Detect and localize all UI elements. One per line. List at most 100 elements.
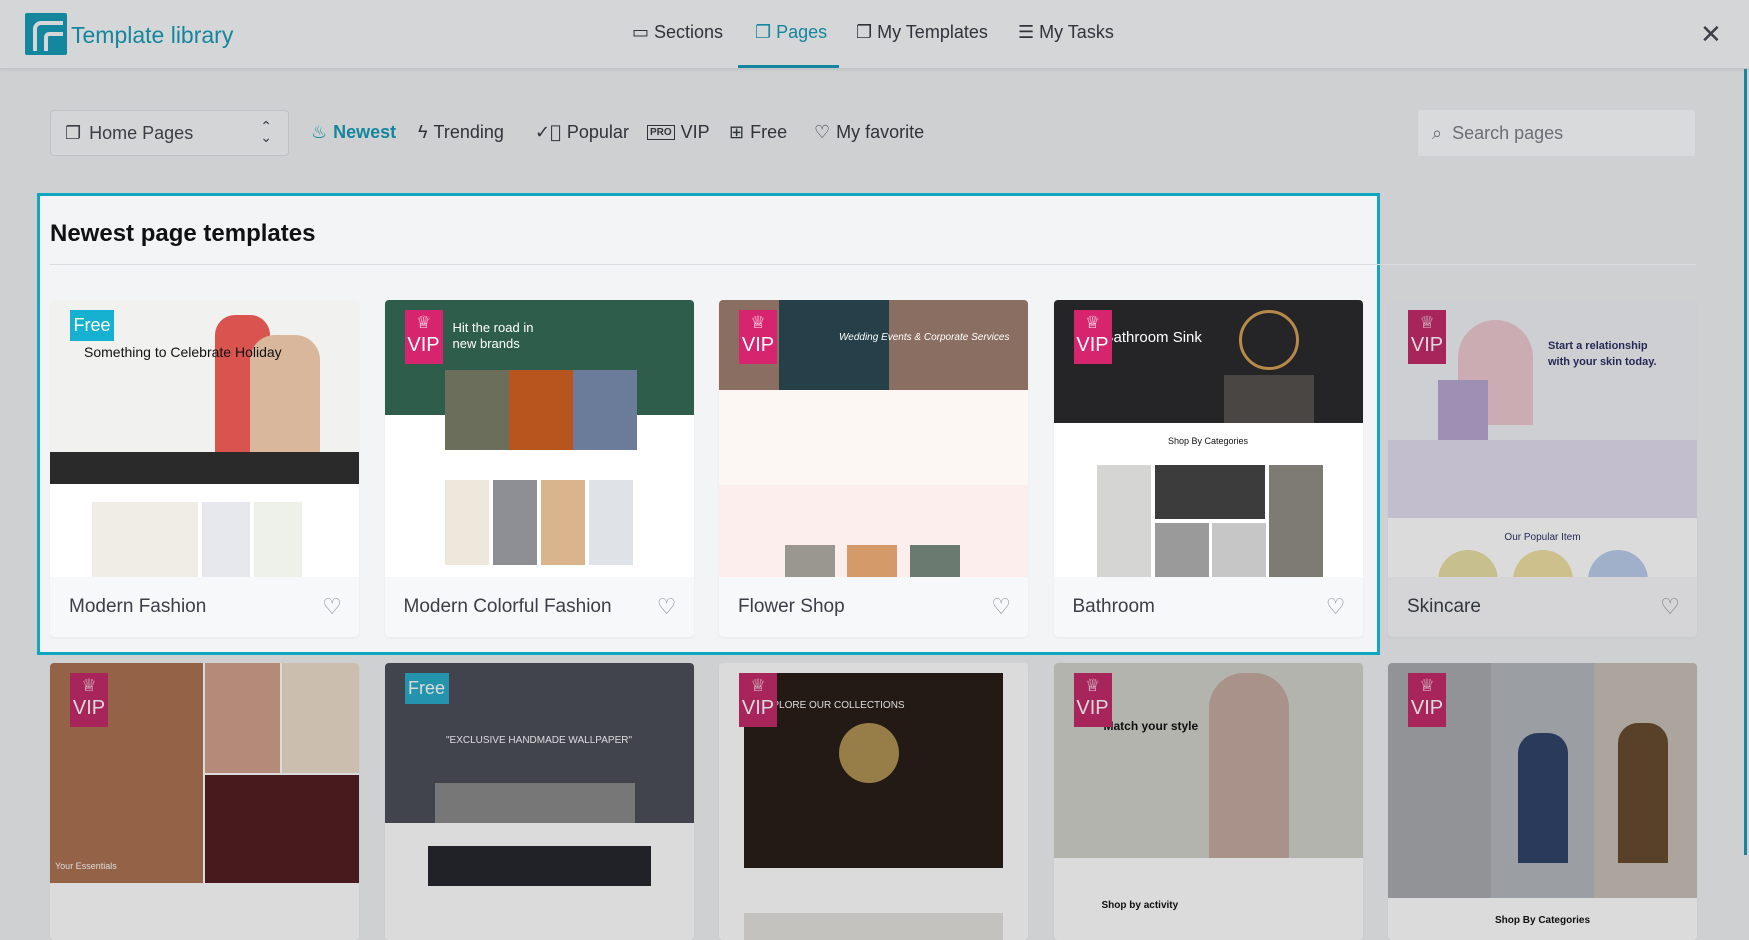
tab-label: Pages — [776, 22, 828, 42]
template-thumbnail[interactable]: ♕ VIP Start a relationship with your skin … — [1388, 300, 1697, 577]
badge-label: VIP — [407, 334, 440, 356]
template-thumbnail[interactable]: ♕ VIP Match your style Shop by activity — [1053, 663, 1363, 940]
free-badge: Free — [70, 310, 114, 341]
tab-label: My Tasks — [1039, 22, 1114, 42]
crown-icon: ♕ — [1084, 676, 1101, 696]
filter-vip[interactable]: PRO VIP — [647, 122, 710, 143]
filter-label: Free — [750, 122, 788, 142]
filter-trending[interactable]: ϟ Trending — [418, 122, 504, 143]
search-input[interactable] — [1452, 122, 1673, 144]
badge-label: VIP — [1076, 334, 1109, 356]
template-thumbnail[interactable]: ♕ VIP Shop By Categories — [1388, 663, 1697, 940]
category-select[interactable]: ❐ Home Pages ⌃ ⌄ — [50, 110, 289, 156]
card-footer: Bathroom ♡ — [1054, 577, 1363, 637]
tasks-icon: ☰ — [1018, 22, 1035, 42]
thumb-hero-text: "EXCLUSIVE HANDMADE WALLPAPER" — [445, 735, 633, 746]
vip-badge: ♕ VIP — [1073, 310, 1112, 364]
template-card[interactable]: ♕ VIP Shop By Categories — [1388, 663, 1697, 940]
crown-icon: ♕ — [1419, 676, 1435, 696]
close-icon[interactable]: ✕ — [1700, 20, 1722, 50]
chevron-updown-icon: ⌃ ⌄ — [260, 118, 272, 145]
template-card[interactable]: ♕ VIP Match your style Shop by activity — [1053, 663, 1363, 940]
logo-icon — [25, 13, 67, 55]
filter-label: My favorite — [836, 122, 925, 142]
templates-icon: ❐ — [856, 22, 873, 42]
crown-icon: ♕ — [81, 676, 97, 696]
template-name: Bathroom — [1072, 596, 1155, 617]
search-icon: ⌕ — [1432, 122, 1443, 144]
thumb-hero-text: Start a relationship with your skin toda… — [1548, 340, 1657, 368]
badge-label: VIP — [1410, 334, 1444, 356]
vip-badge: ♕ VIP — [739, 310, 777, 364]
tab-label: My Templates — [877, 22, 988, 42]
filter-label: Trending — [433, 122, 504, 142]
crown-icon: ♕ — [750, 676, 766, 696]
thumb-sub-text: Our Popular Item — [1504, 532, 1581, 543]
favorite-heart-icon[interactable]: ♡ — [657, 595, 677, 620]
search-box[interactable]: ⌕ — [1417, 109, 1696, 157]
template-thumbnail[interactable]: ♕ VIP Wedding Events & Corporate Services — [719, 300, 1028, 577]
template-card[interactable]: Free Something to Celebrate Holiday Modern… — [50, 300, 359, 637]
template-card[interactable]: ♕ VIP Wedding Events & Corporate Services F… — [719, 300, 1028, 637]
sections-icon: ▭ — [632, 22, 650, 42]
template-card[interactable]: ♕ VIP Your Essentials — [50, 663, 359, 940]
card-footer: Flower Shop ♡ — [719, 577, 1028, 637]
template-card[interactable]: ♕ VIP EXPLORE OUR COLLECTIONS — [719, 663, 1028, 940]
flame-icon: ♨ — [311, 122, 328, 142]
folder-icon: ❐ — [65, 122, 82, 143]
tab-my-tasks[interactable]: ☰ My Tasks — [1018, 22, 1114, 43]
tab-pages[interactable]: ❐ Pages — [755, 22, 827, 43]
favorite-heart-icon[interactable]: ♡ — [322, 595, 342, 620]
free-badge: Free — [404, 673, 449, 704]
template-card[interactable]: ♕ VIP Hit the road in new brands Modern Col… — [384, 300, 694, 637]
filter-my-favorite[interactable]: ♡ My favorite — [814, 122, 924, 143]
template-thumbnail[interactable]: Free "EXCLUSIVE HANDMADE WALLPAPER" — [384, 663, 694, 940]
template-card[interactable]: ♕ VIP Bathroom Sink Shop By Categories Bathr… — [1053, 300, 1363, 637]
section-title: Newest page templates — [50, 220, 316, 247]
template-card[interactable]: Free "EXCLUSIVE HANDMADE WALLPAPER" — [384, 663, 694, 940]
template-name: Modern Colorful Fashion — [403, 596, 612, 617]
pages-icon: ❐ — [755, 22, 772, 42]
template-thumbnail[interactable]: ♕ VIP Hit the road in new brands — [384, 300, 694, 577]
template-thumbnail[interactable]: ♕ VIP EXPLORE OUR COLLECTIONS — [719, 663, 1028, 940]
filter-label: Newest — [333, 122, 397, 142]
tab-label: Sections — [654, 22, 724, 42]
heart-icon: ♡ — [814, 122, 831, 143]
filter-newest[interactable]: ♨ Newest — [311, 122, 396, 143]
template-thumbnail[interactable]: Free Something to Celebrate Holiday — [50, 300, 359, 577]
crown-icon: ♕ — [750, 313, 766, 333]
scrollbar[interactable] — [1744, 69, 1747, 855]
thumb-hero-text: Bathroom Sink — [1103, 329, 1202, 346]
crown-icon: ♕ — [1419, 313, 1435, 333]
gift-icon: ⊞ — [729, 122, 745, 143]
badge-label: VIP — [1076, 697, 1109, 719]
thumb-sub-text: Shop By Categories — [1494, 915, 1591, 926]
vip-badge: ♕ VIP — [1073, 673, 1112, 727]
filter-popular[interactable]: ✓⃝ Popular — [535, 122, 629, 143]
thumb-hero-text: Your Essentials — [55, 861, 117, 871]
filter-free[interactable]: ⊞ Free — [729, 122, 787, 143]
template-name: Skincare — [1407, 596, 1481, 617]
crown-icon: ♕ — [1084, 313, 1101, 333]
thumb-sub-text: Shop by activity — [1101, 900, 1179, 911]
favorite-heart-icon[interactable]: ♡ — [1326, 595, 1346, 620]
bolt-icon: ϟ — [418, 122, 428, 142]
template-card[interactable]: ♕ VIP Start a relationship with your skin … — [1388, 300, 1697, 637]
crown-icon: ♕ — [415, 313, 432, 333]
thumb-hero-text: EXPLORE OUR COLLECTIONS — [759, 700, 905, 711]
filter-label: VIP — [680, 122, 710, 142]
pro-icon: PRO — [647, 125, 675, 140]
template-name: Modern Fashion — [69, 596, 207, 617]
favorite-heart-icon[interactable]: ♡ — [991, 595, 1011, 620]
filter-label: Popular — [566, 122, 629, 142]
favorite-heart-icon[interactable]: ♡ — [1660, 595, 1680, 620]
check-circle-icon: ✓⃝ — [535, 122, 561, 143]
vip-badge: ♕ VIP — [404, 310, 443, 364]
badge-label: VIP — [72, 697, 106, 719]
template-thumbnail[interactable]: ♕ VIP Bathroom Sink Shop By Categories — [1053, 300, 1363, 577]
tab-sections[interactable]: ▭ Sections — [632, 22, 723, 43]
card-footer: Modern Fashion ♡ — [50, 577, 359, 637]
tab-my-templates[interactable]: ❐ My Templates — [856, 22, 988, 43]
template-thumbnail[interactable]: ♕ VIP Your Essentials — [50, 663, 359, 940]
divider — [50, 264, 1696, 265]
